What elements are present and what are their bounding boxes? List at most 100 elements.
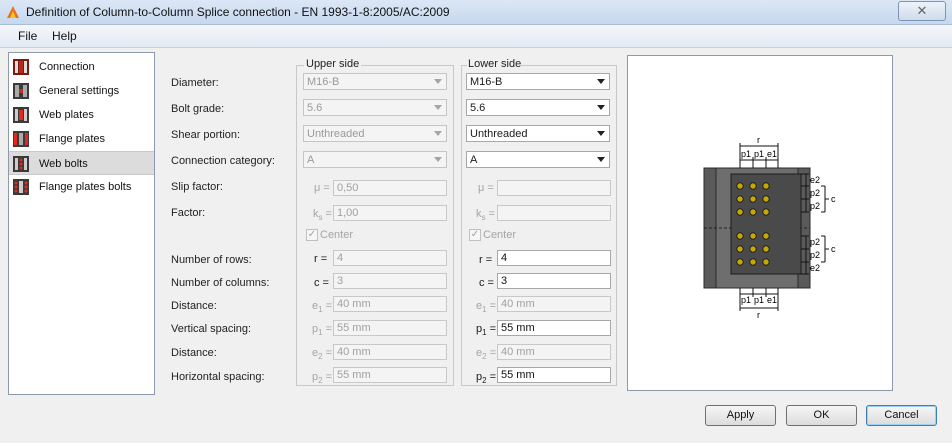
check-icon: ✓ <box>307 229 317 240</box>
label-vertical-spacing: Vertical spacing: <box>171 323 252 335</box>
chevron-down-icon <box>434 79 442 84</box>
chevron-down-icon <box>434 131 442 136</box>
upper-rows-field[interactable]: 4 <box>333 250 447 266</box>
group-border <box>453 65 454 385</box>
lower-e2-field[interactable]: 40 mm <box>497 344 611 360</box>
nav-item-web-bolts[interactable]: Web bolts <box>9 151 154 175</box>
p2-symbol: p2 = <box>476 371 497 386</box>
p1-symbol: p1 = <box>476 323 497 338</box>
upper-slip-factor-field[interactable]: 0,50 <box>333 180 447 196</box>
nav-item-general-settings[interactable]: General settings <box>9 79 154 103</box>
dim-c-upper: c <box>831 194 836 204</box>
section-list: Connection General settings Web plates F… <box>8 52 155 395</box>
window-title: Definition of Column-to-Column Splice co… <box>26 5 450 19</box>
label-distance-e1: Distance: <box>171 300 217 312</box>
upper-e2-field[interactable]: 40 mm <box>333 344 447 360</box>
label-connection-category: Connection category: <box>171 155 275 167</box>
c-symbol: c = <box>479 277 494 289</box>
nav-label: Web bolts <box>39 158 88 170</box>
label-distance-e2: Distance: <box>171 347 217 359</box>
connection-icon <box>13 59 29 75</box>
nav-label: Flange plates <box>39 133 106 145</box>
dim-p2-upper-b: p2 <box>810 201 820 211</box>
upper-center-label: Center <box>320 229 354 241</box>
ok-button[interactable]: OK <box>786 405 857 426</box>
dim-p1-top-a: p1 <box>741 149 751 159</box>
lower-factor-field[interactable] <box>497 205 611 221</box>
upper-diameter-select[interactable]: M16-B <box>303 73 447 90</box>
label-bolt-grade: Bolt grade: <box>171 103 225 115</box>
upper-columns-field[interactable]: 3 <box>333 273 447 289</box>
group-border <box>461 65 462 385</box>
upper-shear-portion-select[interactable]: Unthreaded <box>303 125 447 142</box>
mu-symbol: μ = <box>478 182 494 194</box>
group-border <box>296 65 304 66</box>
menu-help[interactable]: Help <box>52 29 77 43</box>
cancel-button[interactable]: Cancel <box>866 405 937 426</box>
label-columns: Number of columns: <box>171 277 270 289</box>
nav-label: Connection <box>39 61 95 73</box>
lower-side-title: Lower side <box>468 58 522 70</box>
close-button[interactable]: ✕ <box>898 1 946 21</box>
upper-connection-category-select[interactable]: A <box>303 151 447 168</box>
group-border <box>616 65 617 385</box>
web-bolts-icon <box>13 156 29 172</box>
dim-r-top: r <box>757 135 760 145</box>
lower-p2-field[interactable]: 55 mm <box>497 367 611 383</box>
lower-rows-field[interactable]: 4 <box>497 250 611 266</box>
upper-center-checkbox[interactable]: ✓ <box>306 229 318 241</box>
dim-e2-lower: e2 <box>810 263 820 273</box>
web-bolts-diagram: r p1 p1 e1 p1 p1 e1 r e2 p2 p2 c p2 p2 e… <box>703 135 836 320</box>
r-symbol: r = <box>479 254 493 266</box>
nav-item-web-plates[interactable]: Web plates <box>9 103 154 127</box>
group-border <box>361 65 453 66</box>
lower-e1-field[interactable]: 40 mm <box>497 296 611 312</box>
r-symbol: r = <box>314 253 328 265</box>
nav-item-flange-plates[interactable]: Flange plates <box>9 127 154 151</box>
web-plates-icon <box>13 107 29 123</box>
nav-label: General settings <box>39 85 120 97</box>
chevron-down-icon <box>597 131 605 136</box>
dim-e1-top: e1 <box>767 149 777 159</box>
dim-r-bottom: r <box>757 310 760 320</box>
dim-p2-upper-a: p2 <box>810 188 820 198</box>
title-bar: Definition of Column-to-Column Splice co… <box>0 0 952 25</box>
app-icon <box>7 6 19 18</box>
lower-connection-category-select[interactable]: A <box>466 151 610 168</box>
dim-p2-lower-b: p2 <box>810 250 820 260</box>
lower-columns-field[interactable]: 3 <box>497 273 611 289</box>
dim-p1-bottom-a: p1 <box>741 295 751 305</box>
nav-label: Web plates <box>39 109 94 121</box>
menu-file[interactable]: File <box>18 29 37 43</box>
lower-shear-portion-select[interactable]: Unthreaded <box>466 125 610 142</box>
dim-e1-bottom: e1 <box>767 295 777 305</box>
lower-slip-factor-field[interactable] <box>497 180 611 196</box>
upper-p1-field[interactable]: 55 mm <box>333 320 447 336</box>
chevron-down-icon <box>597 79 605 84</box>
ks-symbol: ks = <box>313 208 332 223</box>
dim-p1-bottom-b: p1 <box>754 295 764 305</box>
dim-p2-lower-a: p2 <box>810 237 820 247</box>
bolt-group-upper <box>736 182 770 216</box>
general-settings-icon <box>13 83 29 99</box>
upper-p2-field[interactable]: 55 mm <box>333 367 447 383</box>
upper-factor-field[interactable]: 1,00 <box>333 205 447 221</box>
nav-item-flange-plates-bolts[interactable]: Flange plates bolts <box>9 175 154 199</box>
lower-center-checkbox[interactable]: ✓ <box>469 229 481 241</box>
label-diameter: Diameter: <box>171 77 219 89</box>
lower-p1-field[interactable]: 55 mm <box>497 320 611 336</box>
nav-item-connection[interactable]: Connection <box>9 55 154 79</box>
chevron-down-icon <box>597 105 605 110</box>
dim-c-lower: c <box>831 244 836 254</box>
apply-button[interactable]: Apply <box>705 405 776 426</box>
lower-diameter-select[interactable]: M16-B <box>466 73 610 90</box>
group-border <box>520 65 616 66</box>
check-icon: ✓ <box>470 229 480 240</box>
nav-label: Flange plates bolts <box>39 181 132 193</box>
lower-bolt-grade-select[interactable]: 5.6 <box>466 99 610 116</box>
label-horizontal-spacing: Horizontal spacing: <box>171 371 265 383</box>
upper-bolt-grade-select[interactable]: 5.6 <box>303 99 447 116</box>
e1-symbol: e1 = <box>476 300 497 315</box>
upper-e1-field[interactable]: 40 mm <box>333 296 447 312</box>
mu-symbol: μ = <box>314 182 330 194</box>
